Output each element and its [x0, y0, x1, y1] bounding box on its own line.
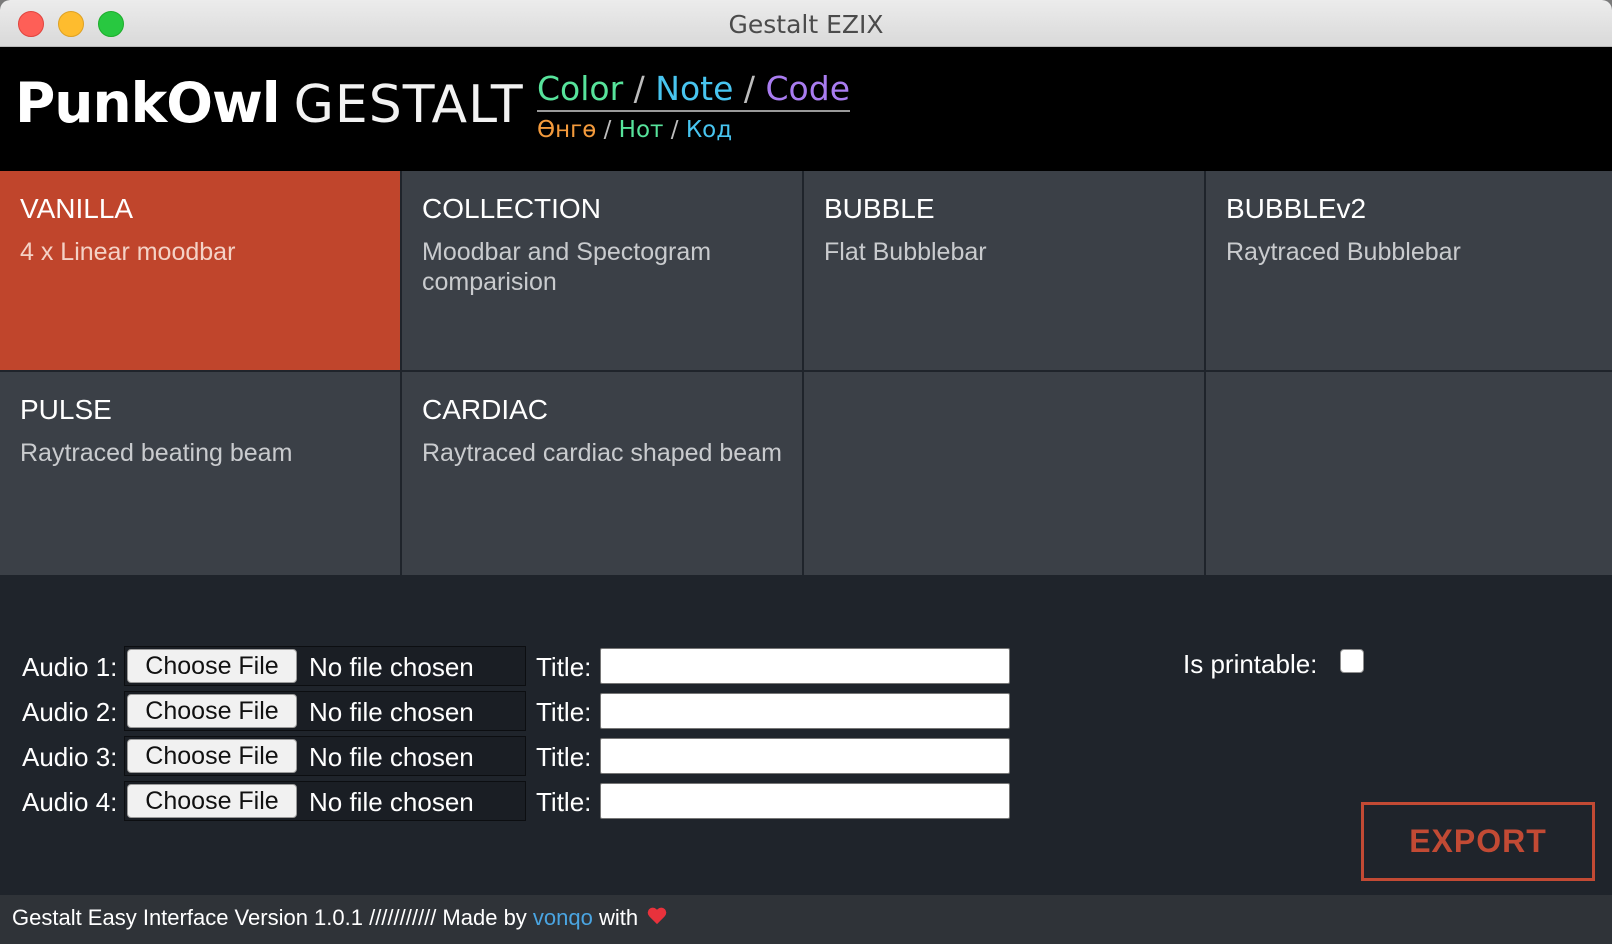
tile-vanilla[interactable]: VANILLA 4 x Linear moodbar [0, 171, 402, 372]
tile-pulse[interactable]: PULSE Raytraced beating beam [0, 372, 402, 575]
app-window: Gestalt EZIX PunkOwl GESTALT Color / Note… [0, 0, 1612, 944]
tagline-mongolian: Өнгө / Нот / Код [537, 117, 850, 143]
audio-label: Audio 3: [22, 742, 118, 772]
tile-name: COLLECTION [422, 193, 601, 224]
tile-description: Flat Bubblebar [824, 238, 987, 266]
audio-label: Audio 1: [22, 652, 118, 682]
title-label: Title: [536, 652, 592, 682]
choose-file-button[interactable]: Choose File [127, 694, 297, 728]
footer-prefix: Gestalt Easy Interface Version 1.0.1 ///… [12, 905, 533, 930]
title-label: Title: [536, 742, 592, 772]
audio-file-input[interactable]: Choose File No file chosen [124, 736, 526, 776]
tagline-separator: / [596, 117, 619, 143]
file-status: No file chosen [309, 787, 474, 817]
tile-description: Moodbar and Spectogram comparision [422, 238, 712, 296]
tagline-color: Color [537, 69, 624, 108]
tagline-ru-note: Нот [618, 117, 664, 143]
title-label: Title: [536, 787, 592, 817]
tagline-separator: / [663, 117, 686, 143]
tile-name: BUBBLEv2 [1226, 193, 1367, 224]
tagline-separator: / [623, 69, 656, 108]
heart-icon [648, 908, 666, 926]
tagline: Color / Note / Code Өнгө / Нот / Код [537, 69, 850, 143]
tagline-code: Code [765, 69, 850, 108]
window-title: Gestalt EZIX [728, 10, 884, 39]
audio-file-input[interactable]: Choose File No file chosen [124, 781, 526, 821]
tagline-ru-color: Өнгө [537, 117, 597, 143]
title-input[interactable] [600, 648, 1010, 684]
tile-description: 4 x Linear moodbar [20, 238, 236, 266]
footer-suffix: with [592, 905, 645, 930]
tile-cardiac[interactable]: CARDIAC Raytraced cardiac shaped beam [402, 372, 804, 575]
title-input[interactable] [600, 783, 1010, 819]
title-bar[interactable]: Gestalt EZIX [0, 0, 1612, 47]
style-tiles-grid: VANILLA 4 x Linear moodbar COLLECTION Mo… [0, 171, 1612, 575]
tile-name: BUBBLE [824, 193, 935, 224]
tagline-note: Note [655, 69, 734, 108]
app-header: PunkOwl GESTALT Color / Note / Code Өнгө … [0, 47, 1612, 171]
tagline-separator: / [733, 69, 766, 108]
audio-label: Audio 2: [22, 697, 118, 727]
audio-form: Audio 1: Choose File No file chosen Titl… [0, 575, 1612, 895]
brand-product: GESTALT [293, 75, 524, 135]
tile-empty [1206, 372, 1612, 575]
export-button[interactable]: EXPORT [1361, 802, 1595, 881]
file-status: No file chosen [309, 652, 474, 682]
tagline-ru-code: Код [685, 117, 733, 143]
audio-label: Audio 4: [22, 787, 118, 817]
audio-file-input[interactable]: Choose File No file chosen [124, 646, 526, 686]
tile-bubblev2[interactable]: BUBBLEv2 Raytraced Bubblebar [1206, 171, 1612, 372]
choose-file-button[interactable]: Choose File [127, 784, 297, 818]
choose-file-button[interactable]: Choose File [127, 739, 297, 773]
tile-collection[interactable]: COLLECTION Moodbar and Spectogram compar… [402, 171, 804, 372]
audio-file-input[interactable]: Choose File No file chosen [124, 691, 526, 731]
footer-text: Gestalt Easy Interface Version 1.0.1 ///… [12, 905, 666, 931]
author-link[interactable]: vonqo [533, 905, 593, 930]
title-label: Title: [536, 697, 592, 727]
title-input[interactable] [600, 738, 1010, 774]
brand-logo: PunkOwl GESTALT [15, 71, 524, 135]
tile-name: CARDIAC [422, 394, 549, 425]
printable-checkbox[interactable] [1340, 649, 1364, 673]
tile-empty [804, 372, 1206, 575]
printable-label: Is printable: [1183, 649, 1318, 679]
tile-name: VANILLA [20, 193, 134, 224]
file-status: No file chosen [309, 742, 474, 772]
tile-description: Raytraced Bubblebar [1226, 238, 1461, 266]
tagline-english: Color / Note / Code [537, 69, 850, 112]
tile-bubble[interactable]: BUBBLE Flat Bubblebar [804, 171, 1206, 372]
file-status: No file chosen [309, 697, 474, 727]
footer: Gestalt Easy Interface Version 1.0.1 ///… [0, 895, 1612, 944]
tile-name: PULSE [20, 394, 112, 425]
brand-name: PunkOwl [15, 71, 281, 135]
title-input[interactable] [600, 693, 1010, 729]
tile-description: Raytraced cardiac shaped beam [422, 439, 782, 467]
tile-description: Raytraced beating beam [20, 439, 293, 467]
choose-file-button[interactable]: Choose File [127, 649, 297, 683]
